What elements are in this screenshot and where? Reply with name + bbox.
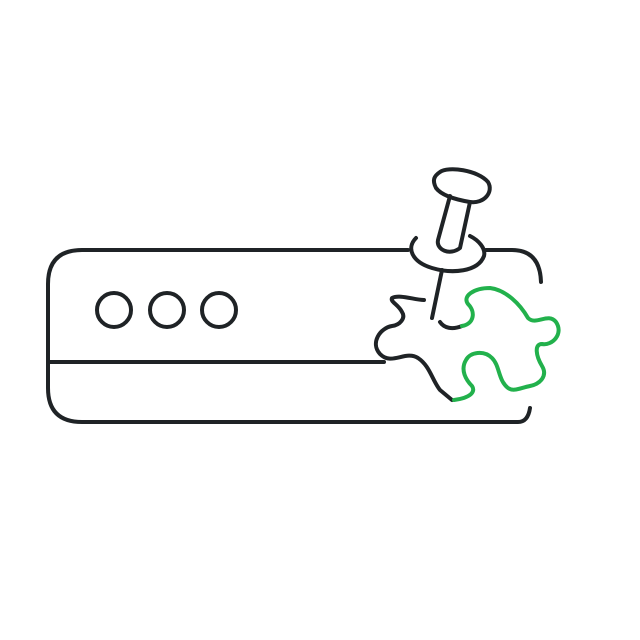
- dot-icon: [148, 291, 186, 329]
- puzzle-piece-dark-outline: [373, 294, 454, 402]
- push-pin-head: [431, 167, 492, 205]
- pinned-browser-extension-icon: [46, 167, 561, 424]
- illustration-canvas: [0, 0, 640, 640]
- browser-window-frame-top-right: [484, 248, 543, 284]
- dot-icon: [95, 291, 133, 329]
- dot-icon: [200, 291, 238, 329]
- puzzle-piece-dark-notch: [438, 320, 464, 331]
- push-pin-needle: [430, 268, 444, 320]
- push-pin-body: [435, 194, 472, 254]
- window-dots: [95, 291, 238, 329]
- browser-window-frame: [46, 248, 532, 424]
- puzzle-piece-icon: [373, 286, 561, 402]
- push-pin-icon: [409, 167, 492, 320]
- puzzle-piece-accent-outline: [452, 286, 561, 402]
